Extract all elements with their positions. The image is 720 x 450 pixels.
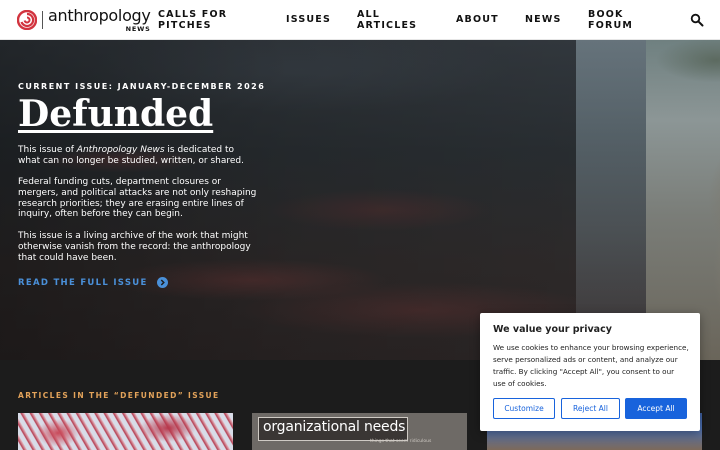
site-logo[interactable]: anthropology NEWS [17, 8, 151, 33]
logo-divider [42, 11, 43, 29]
read-full-issue-link[interactable]: READ THE FULL ISSUE [18, 277, 168, 288]
search-icon[interactable] [690, 13, 704, 27]
issue-title-link[interactable]: Defunded [18, 93, 213, 135]
cookie-customize-button[interactable]: Customize [493, 398, 555, 419]
anthropology-news-logo-icon [17, 10, 37, 30]
hero-riverbank-image [646, 40, 720, 360]
logo-name: anthropology [48, 6, 151, 25]
site-header: anthropology NEWS CALLS FOR PITCHES ISSU… [0, 0, 720, 40]
nav-book-forum[interactable]: BOOK FORUM [588, 9, 638, 31]
cookie-accept-all-button[interactable]: Accept All [625, 398, 687, 419]
hero-p1-start: This issue of [18, 145, 77, 155]
article-card-1[interactable] [18, 413, 233, 450]
nav-calls-for-pitches[interactable]: CALLS FOR PITCHES [158, 9, 238, 31]
hero-paragraph-3: This issue is a living archive of the wo… [18, 231, 251, 263]
logo-wordmark: anthropology NEWS [48, 8, 151, 33]
cookie-body: We use cookies to enhance your browsing … [493, 343, 689, 388]
logo-sub: NEWS [125, 25, 151, 33]
card-2-image-small-text: things that seem ridiculous [370, 439, 432, 444]
articles-section-label: ARTICLES IN THE “DEFUNDED” ISSUE [18, 391, 220, 400]
hero-bank-water [576, 40, 646, 360]
hero-paragraph-1: This issue of Anthropology News is dedic… [18, 145, 258, 167]
hero-paragraph-2: Federal funding cuts, department closure… [18, 177, 257, 220]
nav-all-articles[interactable]: ALL ARTICLES [357, 9, 417, 31]
article-card-2[interactable]: organizational needs things that seem ri… [252, 413, 467, 450]
nav-news[interactable]: NEWS [525, 14, 562, 26]
cookie-consent-dialog: We value your privacy We use cookies to … [480, 313, 700, 431]
card-2-image-text: organizational needs [263, 419, 406, 435]
cookie-reject-all-button[interactable]: Reject All [561, 398, 620, 419]
nav-about[interactable]: ABOUT [456, 14, 499, 26]
current-issue-label: CURRENT ISSUE: JANUARY-DECEMBER 2026 [18, 82, 266, 91]
chevron-right-circle-icon [156, 277, 168, 288]
cookie-title: We value your privacy [493, 324, 612, 335]
publication-name: Anthropology News [76, 145, 165, 155]
read-full-issue-label: READ THE FULL ISSUE [18, 277, 148, 288]
nav-issues[interactable]: ISSUES [286, 14, 331, 26]
